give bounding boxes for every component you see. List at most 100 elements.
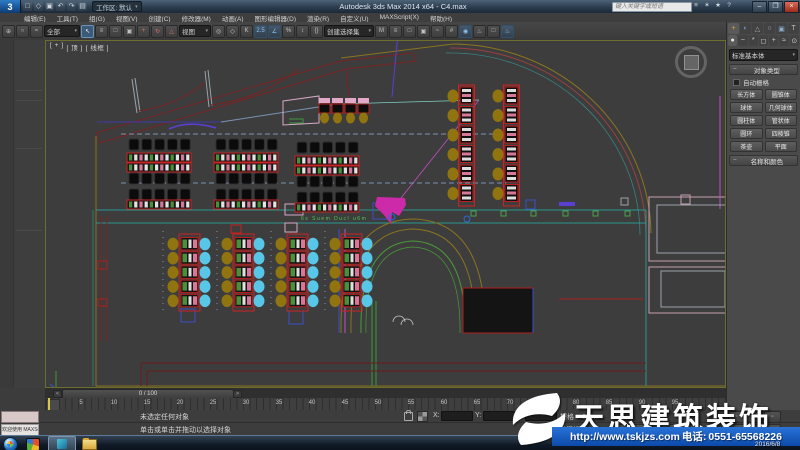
curve-editor-icon[interactable]: ~ <box>431 25 444 38</box>
select-by-name-icon[interactable]: ≡ <box>95 25 108 38</box>
zoom-all-icon[interactable]: ▫ <box>746 411 763 423</box>
top-viewport[interactable]: 6s Suem Ducl u6m [ + ] [ 顶 ] [ 线框 ] <box>45 40 726 388</box>
rectangular-selection-region-icon[interactable]: □ <box>109 25 122 38</box>
start-button[interactable] <box>3 437 18 450</box>
modify-tab-icon[interactable]: ◐ <box>740 23 751 34</box>
viewport-shading-label[interactable]: [ 线框 ] <box>86 42 109 52</box>
motion-tab-icon[interactable]: ○ <box>764 23 775 34</box>
unlink-selection-icon[interactable]: ○ <box>16 25 29 38</box>
object-type-rollout[interactable]: − 对象类型 <box>729 64 798 75</box>
primitive-category-dropdown[interactable]: 标准基本体 ▾ <box>729 49 798 61</box>
menu-item-7[interactable]: 图形编辑器(D) <box>255 13 297 23</box>
cameras-category-icon[interactable]: ◻ <box>759 35 768 46</box>
viewport-view-label[interactable]: [ 顶 ] <box>67 42 83 52</box>
zoom-icon[interactable]: ▫ <box>728 411 745 423</box>
viewport-menu-plus[interactable]: [ + ] <box>50 42 64 52</box>
x-coordinate-field[interactable] <box>441 411 473 421</box>
search-again-icon[interactable]: ≡ <box>692 2 700 10</box>
object-button-9[interactable]: 平面 <box>765 141 798 152</box>
menu-item-9[interactable]: 自定义(U) <box>340 13 369 23</box>
new-scene-icon[interactable]: □ <box>23 2 32 11</box>
select-and-manipulate-icon[interactable]: ◇ <box>226 25 239 38</box>
spinner-snap-icon[interactable]: ↕ <box>296 25 309 38</box>
viewcube[interactable] <box>675 46 707 78</box>
favorites-star-icon[interactable]: ★ <box>714 2 722 10</box>
menu-item-11[interactable]: 帮助(H) <box>430 13 452 23</box>
snap-toggle-icon[interactable]: 2.5 <box>254 25 267 38</box>
maxscript-mini-listener[interactable] <box>1 411 39 423</box>
minimize-button[interactable]: – <box>752 1 767 13</box>
menu-item-10[interactable]: MAXScript(X) <box>380 14 419 21</box>
redo-icon[interactable]: ↷ <box>67 2 76 11</box>
restore-button[interactable]: ❐ <box>768 1 783 13</box>
angle-snap-icon[interactable]: ∠ <box>268 25 281 38</box>
menu-item-4[interactable]: 创建(C) <box>149 13 171 23</box>
schematic-view-icon[interactable]: # <box>445 25 458 38</box>
bind-to-space-warp-icon[interactable]: ≈ <box>30 25 43 38</box>
save-file-icon[interactable]: ▣ <box>45 2 54 11</box>
communication-center-icon[interactable]: ✶ <box>703 2 711 10</box>
object-button-7[interactable]: 四棱锥 <box>765 128 798 139</box>
object-button-2[interactable]: 球体 <box>730 102 763 113</box>
object-button-4[interactable]: 圆柱体 <box>730 115 763 126</box>
percent-snap-icon[interactable]: % <box>282 25 295 38</box>
edit-named-selection-sets-icon[interactable]: {} <box>310 25 323 38</box>
undo-icon[interactable]: ↶ <box>56 2 65 11</box>
previous-frame-button[interactable]: < <box>53 390 62 398</box>
space-warps-category-icon[interactable]: ≈ <box>779 35 788 46</box>
select-and-link-icon[interactable]: ⊕ <box>2 25 15 38</box>
next-frame-button[interactable]: > <box>233 390 242 398</box>
select-and-scale-icon[interactable]: △ <box>165 25 178 38</box>
display-tab-icon[interactable]: ▣ <box>776 23 787 34</box>
lights-category-icon[interactable]: * <box>749 35 758 46</box>
explorer-taskbar-icon[interactable] <box>82 439 97 450</box>
utilities-tab-icon[interactable]: T <box>788 23 799 34</box>
menu-item-3[interactable]: 视图(V) <box>116 13 138 23</box>
object-button-0[interactable]: 长方体 <box>730 89 763 100</box>
layer-manager-icon[interactable]: □ <box>403 25 416 38</box>
reference-coordinate-dropdown[interactable]: 视图▾ <box>179 25 211 37</box>
hierarchy-tab-icon[interactable]: △ <box>752 23 763 34</box>
3dsmax-taskbar-button[interactable] <box>48 436 76 450</box>
project-folder-icon[interactable]: ▤ <box>78 2 87 11</box>
helpers-category-icon[interactable]: + <box>769 35 778 46</box>
select-and-move-icon[interactable]: + <box>137 25 150 38</box>
viewcube-top-face[interactable] <box>684 55 699 70</box>
zoom-extents-icon[interactable]: ▫ <box>764 411 781 423</box>
name-color-rollout[interactable]: − 名称和颜色 <box>729 155 798 166</box>
close-button[interactable]: × <box>784 1 799 13</box>
object-button-1[interactable]: 圆锥体 <box>765 89 798 100</box>
object-button-8[interactable]: 茶壶 <box>730 141 763 152</box>
systems-category-icon[interactable]: ⊙ <box>790 35 799 46</box>
menu-item-8[interactable]: 渲染(R) <box>307 13 329 23</box>
keyboard-shortcut-override-icon[interactable]: K <box>240 25 253 38</box>
align-icon[interactable]: ≡ <box>389 25 402 38</box>
graphite-ribbon-icon[interactable]: ▣ <box>417 25 430 38</box>
infocenter-search-input[interactable] <box>612 2 692 12</box>
shapes-category-icon[interactable]: ~ <box>738 35 747 46</box>
current-frame-marker[interactable] <box>48 398 50 410</box>
selection-filter-dropdown[interactable]: 全部▾ <box>44 25 80 37</box>
absolute-mode-icon[interactable] <box>417 411 428 422</box>
menu-item-1[interactable]: 工具(T) <box>57 13 78 23</box>
help-icon[interactable]: ? <box>725 2 733 10</box>
menu-item-6[interactable]: 动画(A) <box>222 13 244 23</box>
geometry-category-icon[interactable]: ● <box>728 35 737 46</box>
z-coordinate-field[interactable] <box>525 411 557 421</box>
menu-item-0[interactable]: 编辑(E) <box>24 13 46 23</box>
workspace-dropdown[interactable]: 工作区: 默认 ▾ <box>92 1 142 12</box>
create-tab-icon[interactable]: + <box>728 23 739 34</box>
render-setup-icon[interactable]: ♨ <box>473 25 486 38</box>
rendered-frame-window-icon[interactable]: □ <box>487 25 500 38</box>
select-object-icon[interactable]: ↖ <box>81 25 94 38</box>
named-selection-set-dropdown[interactable]: 创建选择集▾ <box>324 25 374 37</box>
open-file-icon[interactable]: ◇ <box>34 2 43 11</box>
menu-item-5[interactable]: 修改器(M) <box>182 13 211 23</box>
application-menu-button[interactable]: 3 <box>0 0 21 13</box>
selection-lock-icon[interactable] <box>404 412 413 421</box>
object-button-5[interactable]: 管状体 <box>765 115 798 126</box>
menu-item-2[interactable]: 组(G) <box>89 13 105 23</box>
mirror-icon[interactable]: M <box>375 25 388 38</box>
use-pivot-point-center-icon[interactable]: ◎ <box>212 25 225 38</box>
autogrid-checkbox[interactable]: 自动栅格 <box>733 77 796 87</box>
